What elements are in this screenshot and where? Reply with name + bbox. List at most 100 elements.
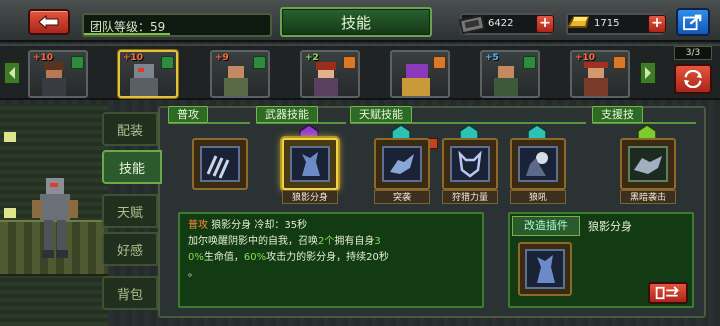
tab-affinity[interactable]: 好感 bbox=[102, 232, 158, 266]
game-screen: 团队等级：59 技能 6422 + 1715 + +10 +10 +9 +2 +… bbox=[0, 0, 720, 326]
skill-frame bbox=[192, 138, 248, 190]
skill-icon bbox=[382, 146, 422, 182]
skill-frame bbox=[620, 138, 676, 190]
plugin-icon bbox=[525, 249, 565, 289]
skill-icon bbox=[628, 146, 668, 182]
howling-wolf-icon bbox=[526, 152, 548, 176]
wall-lamp bbox=[4, 132, 16, 142]
wolf-shadow-icon bbox=[302, 152, 320, 176]
wolf-dash-icon bbox=[390, 154, 414, 174]
description-text: 加尔唤醒阴影中的自我，召唤 bbox=[188, 236, 318, 247]
skill-frame bbox=[374, 138, 430, 190]
skill-frame bbox=[282, 138, 338, 190]
hero-portrait bbox=[42, 62, 66, 96]
section-normal-attack: 普攻 bbox=[168, 106, 208, 123]
skill-dark-strike[interactable]: 黑暗袭击 bbox=[620, 124, 676, 206]
wolf-shadow-icon bbox=[537, 255, 555, 283]
hero-card-7[interactable]: +10 bbox=[570, 50, 630, 98]
add-gear-button[interactable]: + bbox=[536, 15, 554, 33]
wolf-head-icon bbox=[458, 150, 482, 178]
chevron-left-icon bbox=[9, 67, 15, 79]
section-talent-skill: 天赋技能 bbox=[350, 106, 412, 123]
skill-icon bbox=[518, 146, 558, 182]
gold-bar-icon bbox=[566, 16, 590, 28]
wall-lamp bbox=[4, 208, 16, 218]
hero-portrait bbox=[314, 62, 338, 96]
hero-portrait bbox=[224, 66, 248, 96]
description-value: 60% bbox=[243, 252, 267, 263]
hero-level: +10 bbox=[123, 53, 144, 63]
skill-name: 狼影分身 bbox=[282, 190, 338, 204]
hero-model bbox=[32, 178, 78, 258]
skill-name: 黑暗袭击 bbox=[620, 190, 676, 204]
skill-wolf-howl[interactable]: 狼吼 bbox=[510, 124, 566, 206]
roster-count: 3/3 bbox=[674, 46, 712, 60]
gear-count: 6422 bbox=[488, 18, 514, 29]
hero-status-icon bbox=[71, 56, 84, 69]
skill-wolf-shadow-clone[interactable]: 狼影分身 bbox=[282, 124, 338, 206]
plugin-swap-button[interactable] bbox=[648, 282, 688, 304]
hero-portrait bbox=[584, 62, 608, 96]
mod-plugin-panel: 改造插件 狼影分身 bbox=[508, 212, 694, 308]
skill-frame bbox=[510, 138, 566, 190]
hero-portrait bbox=[494, 66, 518, 96]
description-text: 生命值， bbox=[203, 252, 244, 263]
hero-card-6[interactable]: +5 bbox=[480, 50, 540, 98]
tab-equipment[interactable]: 配装 bbox=[102, 112, 158, 146]
tab-skills[interactable]: 技能 bbox=[102, 150, 162, 184]
hero-level: +2 bbox=[305, 53, 319, 63]
hero-preview-scene bbox=[0, 104, 108, 326]
team-level-progress bbox=[84, 33, 170, 35]
skills-panel: 普攻 武器技能 天赋技能 支援技 狼影分身 突袭 狩猎力量 狼吼 黑暗袭击 普攻… bbox=[158, 106, 706, 318]
share-button[interactable] bbox=[676, 8, 710, 36]
tab-talent[interactable]: 天赋 bbox=[102, 194, 158, 228]
hero-card-4[interactable]: +2 bbox=[300, 50, 360, 98]
back-arrow-icon bbox=[38, 14, 59, 30]
description-line: 加尔唤醒阴影中的自我，召唤2个拥有自身3 bbox=[188, 234, 474, 250]
tab-backpack[interactable]: 背包 bbox=[102, 276, 158, 310]
gear-box-icon bbox=[458, 14, 486, 35]
section-support-skill: 支援技 bbox=[592, 106, 643, 123]
swap-hero-button[interactable] bbox=[674, 64, 712, 94]
claw-icon bbox=[206, 155, 230, 179]
description-text: 攻击力的影分身，持续20秒 bbox=[266, 252, 389, 263]
skill-icon bbox=[200, 146, 240, 182]
description-header: 普攻 狼影分身 冷却：35秒 bbox=[188, 218, 474, 234]
gear-resource: 6422 + bbox=[458, 13, 554, 35]
description-value: 2个 bbox=[318, 236, 335, 247]
hero-card-5[interactable] bbox=[390, 50, 450, 98]
roster-next-button[interactable] bbox=[640, 62, 656, 84]
skill-description: 普攻 狼影分身 冷却：35秒 加尔唤醒阴影中的自我，召唤2个拥有自身3 0%生命… bbox=[178, 212, 484, 308]
description-line: 。 bbox=[188, 268, 198, 279]
page-title: 技能 bbox=[280, 7, 432, 37]
add-gold-button[interactable]: + bbox=[648, 15, 666, 33]
hero-portrait bbox=[402, 64, 430, 96]
back-button[interactable] bbox=[28, 9, 70, 35]
skill-hunting-power[interactable]: 狩猎力量 bbox=[442, 124, 498, 206]
hero-level: +9 bbox=[215, 53, 229, 63]
description-value: 3 bbox=[374, 236, 381, 247]
skill-normal-attack[interactable] bbox=[192, 138, 248, 206]
hero-card-2[interactable]: +10 bbox=[118, 50, 178, 98]
hero-portrait bbox=[130, 64, 158, 96]
hero-status-icon bbox=[161, 56, 174, 69]
roster-prev-button[interactable] bbox=[4, 62, 20, 84]
hero-status-icon bbox=[523, 56, 536, 69]
hero-card-1[interactable]: +10 bbox=[28, 50, 88, 98]
description-text: 拥有自身 bbox=[334, 236, 375, 247]
plugin-tab[interactable]: 改造插件 bbox=[512, 216, 580, 236]
section-weapon-skill: 武器技能 bbox=[256, 106, 318, 123]
description-line: 0%生命值，60%攻击力的影分身，持续20秒 bbox=[188, 250, 474, 266]
hero-card-3[interactable]: +9 bbox=[210, 50, 270, 98]
skill-name: 突袭 bbox=[374, 190, 430, 204]
hero-level: +10 bbox=[575, 53, 596, 63]
skill-icon bbox=[290, 146, 330, 182]
description-value: 0% bbox=[188, 252, 204, 263]
skill-cooldown: 冷却：35秒 bbox=[254, 220, 308, 231]
plugin-slot[interactable] bbox=[518, 242, 572, 296]
hero-status-icon bbox=[613, 56, 626, 69]
skill-name: 狼吼 bbox=[510, 190, 566, 204]
skill-frame bbox=[442, 138, 498, 190]
gold-count: 1715 bbox=[594, 18, 620, 29]
skill-surprise-attack[interactable]: 突袭 bbox=[374, 124, 438, 206]
